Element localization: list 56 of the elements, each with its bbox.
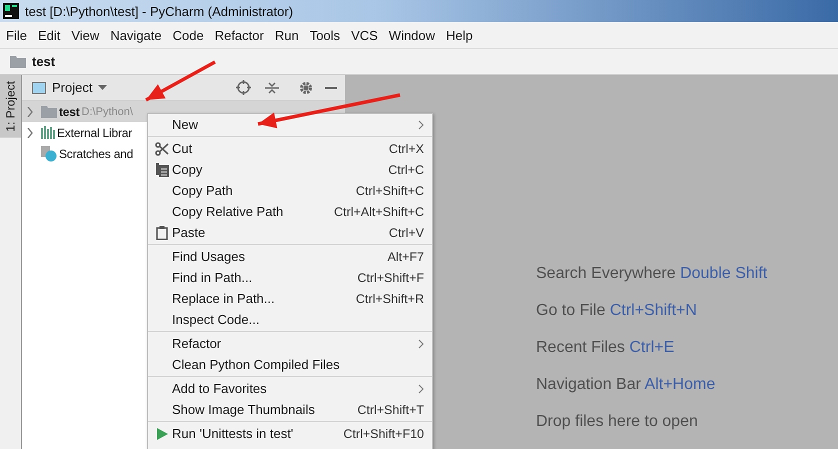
play-icon: [156, 428, 168, 440]
menu-item[interactable]: Help: [446, 28, 473, 42]
editor-hint: Drop files here to open: [536, 413, 699, 431]
menu-item[interactable]: Navigate: [110, 28, 162, 42]
tree-item[interactable]: External Librar: [57, 126, 132, 140]
editor-hint: Go to File Ctrl+Shift+N: [536, 302, 698, 320]
tree-item[interactable]: Scratches and: [59, 146, 134, 160]
context-menu-item[interactable]: Show Image Thumbnails Ctrl+Shift+T: [148, 399, 432, 420]
copy-icon: [156, 162, 168, 176]
context-menu-item[interactable]: Inspect Code...: [148, 309, 432, 330]
context-menu-item[interactable]: Find in Path... Ctrl+Shift+F: [148, 267, 432, 288]
menu-item[interactable]: Run: [274, 28, 299, 42]
editor-hint: Navigation Bar Alt+Home: [536, 376, 716, 394]
context-menu-item[interactable]: Cut Ctrl+X: [148, 138, 432, 159]
context-menu-item[interactable]: Paste Ctrl+V: [148, 222, 432, 243]
minimize-icon[interactable]: [325, 86, 337, 88]
folder-icon: [10, 55, 26, 68]
context-menu-item[interactable]: Clean Python Compiled Files: [148, 354, 432, 375]
editor-hint: Search Everywhere Double Shift: [536, 265, 768, 283]
folder-path: D:\Python\: [82, 106, 133, 118]
collapse-icon[interactable]: [265, 80, 279, 94]
settings-icon[interactable]: [299, 80, 313, 94]
window-icon: [32, 82, 46, 94]
panel-title[interactable]: Project: [52, 80, 92, 95]
context-menu-item[interactable]: Refactor: [148, 333, 432, 354]
scissors-icon: [155, 142, 169, 156]
app-logo-icon: [3, 3, 19, 19]
context-menu-item[interactable]: New: [148, 114, 432, 135]
menu-item[interactable]: Refactor: [214, 28, 264, 42]
menu-item[interactable]: Edit: [38, 28, 60, 42]
menu-item[interactable]: Window: [388, 28, 436, 42]
context-menu-item[interactable]: Copy Relative Path Ctrl+Alt+Shift+C: [148, 201, 432, 222]
menu-item[interactable]: VCS: [351, 28, 378, 42]
context-menu-item[interactable]: Add to Favorites: [148, 378, 432, 399]
scratch-file-icon: [41, 146, 57, 162]
chevron-icon[interactable]: [26, 106, 34, 116]
menu-item[interactable]: View: [71, 28, 100, 42]
caret-icon[interactable]: [98, 85, 108, 90]
menu-item[interactable]: Tools: [310, 28, 340, 42]
library-icon: [41, 126, 55, 139]
breadcrumb[interactable]: test: [32, 54, 56, 69]
chevron-icon[interactable]: [26, 128, 34, 138]
project-tab[interactable]: 1: Project: [0, 75, 21, 138]
context-menu-item[interactable]: Copy Path Ctrl+Shift+C: [148, 180, 432, 201]
context-menu-item[interactable]: Run 'Unittests in test' Ctrl+Shift+F10: [148, 423, 432, 444]
menu-item[interactable]: Code: [172, 28, 204, 42]
menu-item[interactable]: File: [6, 28, 27, 42]
clipboard-icon: [156, 226, 168, 240]
window-title: test [D:\Python\test] - PyCharm (Administrator): [25, 4, 294, 18]
editor-hint: Recent Files Ctrl+E: [536, 339, 676, 357]
context-menu-item[interactable]: Copy Ctrl+C: [148, 159, 432, 180]
folder-icon: [41, 105, 57, 118]
tree-item[interactable]: test: [59, 104, 80, 118]
crosshair-icon[interactable]: [236, 80, 251, 95]
context-menu-item[interactable]: Replace in Path... Ctrl+Shift+R: [148, 288, 432, 309]
context-menu-item[interactable]: Find Usages Alt+F7: [148, 246, 432, 267]
